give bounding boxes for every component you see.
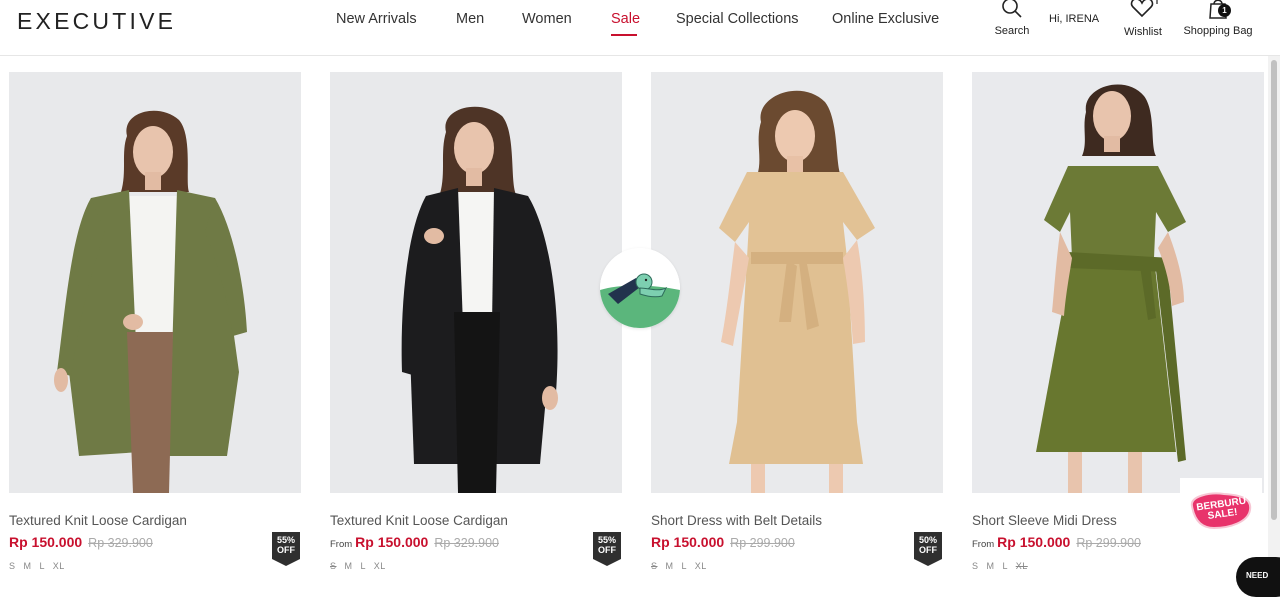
product-name[interactable]: Short Sleeve Midi Dress — [972, 513, 1117, 528]
discount-percent: 55% — [597, 535, 616, 545]
sale-price: Rp 150.000 — [997, 534, 1071, 550]
size-option: L — [1002, 561, 1008, 571]
active-nav-indicator — [611, 34, 637, 36]
product-image-woman-black-cardigan[interactable] — [330, 72, 622, 493]
size-option: XL — [52, 561, 65, 571]
original-price: Rp 329.900 — [88, 536, 153, 550]
size-option-unavailable: S — [651, 561, 658, 571]
from-label: From — [972, 539, 995, 550]
chat-mascot-button[interactable] — [600, 248, 680, 328]
size-list: S M L XL — [651, 561, 707, 571]
size-option: M — [23, 561, 32, 571]
discount-off: OFF — [277, 545, 295, 555]
product-price-row: From Rp 150.000 Rp 299.900 — [972, 534, 1141, 552]
help-button[interactable]: NEED — [1236, 557, 1280, 597]
scrollbar-thumb[interactable] — [1271, 60, 1277, 520]
size-option: XL — [694, 561, 707, 571]
sale-price: Rp 150.000 — [355, 534, 429, 550]
discount-off: OFF — [919, 545, 937, 555]
discount-off: OFF — [598, 545, 616, 555]
search-icon — [1002, 0, 1022, 18]
product-name[interactable]: Textured Knit Loose Cardigan — [9, 513, 187, 528]
mascot-icon — [600, 248, 680, 328]
heart-icon — [1130, 0, 1158, 18]
size-option: L — [360, 561, 366, 571]
product-price-row: From Rp 150.000 Rp 329.900 — [330, 534, 499, 552]
size-list: S M L XL — [9, 561, 65, 571]
product-name[interactable]: Short Dress with Belt Details — [651, 513, 822, 528]
discount-badge: 55% OFF — [593, 532, 621, 566]
size-option: S — [972, 561, 979, 571]
shopping-bag-button[interactable]: Shopping Bag — [1180, 0, 1256, 37]
size-option: L — [681, 561, 687, 571]
product-price-row: Rp 150.000 Rp 329.900 — [9, 534, 153, 552]
size-option: L — [39, 561, 45, 571]
wishlist-label: Wishlist — [1124, 26, 1162, 38]
nav-men[interactable]: Men — [456, 11, 484, 27]
size-option-unavailable: XL — [1015, 561, 1028, 571]
discount-badge: 50% OFF — [914, 532, 942, 566]
search-label: Search — [994, 25, 1030, 37]
original-price: Rp 299.900 — [730, 536, 795, 550]
original-price: Rp 299.900 — [1076, 536, 1141, 550]
shopping-bag-label: Shopping Bag — [1183, 25, 1253, 37]
search-button[interactable]: Search — [992, 0, 1032, 37]
discount-percent: 55% — [276, 535, 295, 545]
size-option: M — [986, 561, 995, 571]
nav-online-exclusive[interactable]: Online Exclusive — [832, 11, 939, 27]
size-list: S M L XL — [972, 561, 1028, 571]
promo-sticker[interactable]: BERBURU SALE! — [1180, 478, 1262, 540]
size-option: S — [9, 561, 16, 571]
product-image-woman-olive-cardigan[interactable] — [9, 72, 301, 493]
size-option-unavailable: S — [330, 561, 337, 571]
from-label: From — [330, 539, 353, 550]
product-image-woman-olive-midi-dress[interactable] — [972, 72, 1264, 493]
size-option: M — [344, 561, 353, 571]
wishlist-button[interactable]: Wishlist — [1120, 0, 1166, 38]
product-name[interactable]: Textured Knit Loose Cardigan — [330, 513, 508, 528]
size-list: S M L XL — [330, 561, 386, 571]
discount-percent: 50% — [918, 535, 937, 545]
sale-price: Rp 150.000 — [651, 534, 725, 550]
product-image-woman-beige-dress[interactable] — [651, 72, 943, 493]
discount-badge: 55% OFF — [272, 532, 300, 566]
site-header: EXECUTIVE New Arrivals Men Women Sale Sp… — [0, 0, 1280, 56]
nav-sale[interactable]: Sale — [611, 11, 640, 27]
nav-special-collections[interactable]: Special Collections — [676, 11, 799, 27]
size-option: M — [665, 561, 674, 571]
original-price: Rp 329.900 — [434, 536, 499, 550]
page-scrollbar[interactable] — [1268, 56, 1280, 577]
nav-new-arrivals[interactable]: New Arrivals — [336, 11, 417, 27]
user-greeting[interactable]: Hi, IRENA — [1049, 13, 1099, 25]
bag-count-badge: 1 — [1218, 4, 1231, 17]
nav-women[interactable]: Women — [522, 11, 572, 27]
help-button-label: NEED — [1246, 571, 1269, 580]
sale-price: Rp 150.000 — [9, 534, 83, 550]
product-price-row: Rp 150.000 Rp 299.900 — [651, 534, 795, 552]
brand-logo[interactable]: EXECUTIVE — [17, 8, 176, 35]
size-option: XL — [373, 561, 386, 571]
